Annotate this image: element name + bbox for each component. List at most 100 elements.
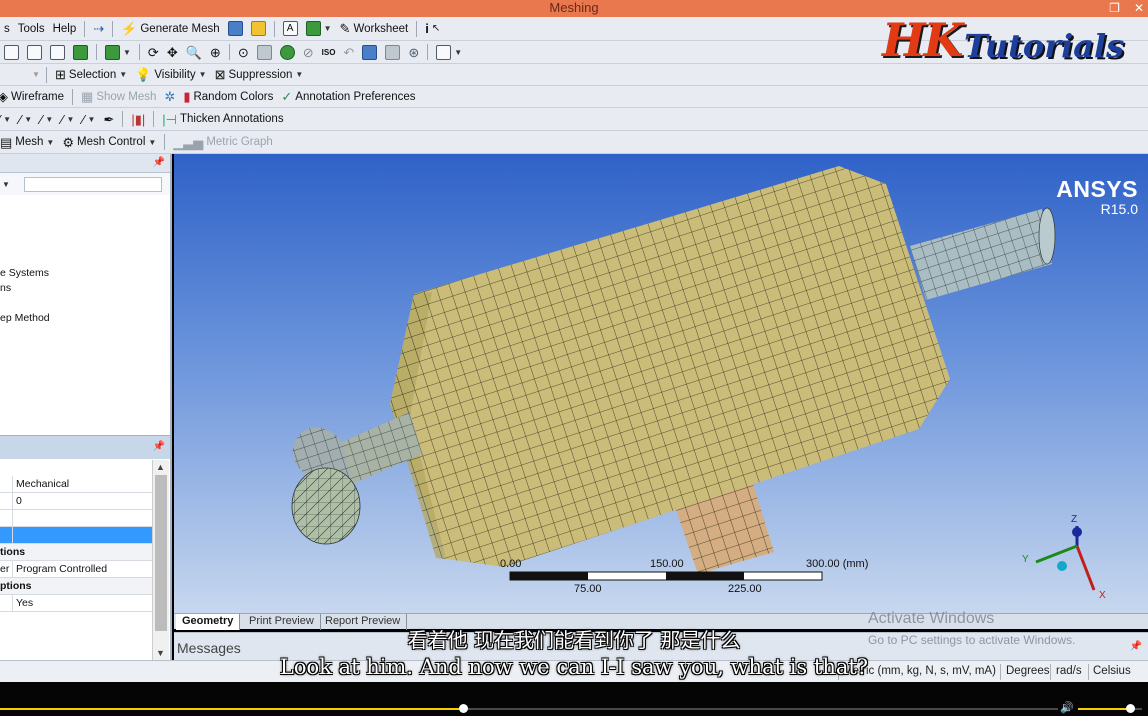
details-table: Mechanical 0 tions er Program Controlled ptio… [0, 476, 152, 612]
logo-tutorials-text: Tutorials [964, 27, 1125, 65]
edge-style-icon-2[interactable]: ∕ ▼ [15, 109, 36, 129]
ansys-version: R15.0 [1100, 201, 1138, 217]
outline-filter: ▼ [0, 173, 170, 195]
zoom-grey-icon[interactable]: ⊘ [299, 42, 318, 62]
tag-icon[interactable]: ⊛ [404, 42, 423, 62]
details-value [13, 510, 16, 526]
toolbar-separator [164, 134, 166, 150]
mesh-control-dropdown[interactable]: ⚙ Mesh Control ▼ [58, 132, 160, 152]
volume-icon[interactable]: 🔊 [1060, 701, 1074, 714]
ansys-brand: ANSYS [1056, 176, 1138, 202]
tree-item[interactable] [0, 296, 170, 311]
image-icon[interactable] [247, 19, 270, 39]
info-cursor-icon[interactable]: i ↖ [421, 19, 444, 39]
tree-item[interactable]: ns [0, 281, 170, 296]
select-body-icon[interactable] [46, 42, 69, 62]
spacer: ▼ [32, 70, 40, 79]
magnifier-icon[interactable] [253, 42, 276, 62]
zoom-green-icon[interactable] [276, 42, 299, 62]
axis-z-label: Z [1071, 514, 1078, 525]
viewport-layout-icon[interactable]: ▼ [432, 42, 466, 62]
generate-mesh-button[interactable]: ⚡ Generate Mesh [117, 19, 223, 39]
tree-item[interactable]: e Systems [0, 266, 170, 281]
details-key [0, 595, 13, 611]
selection-dropdown[interactable]: ⊞ Selection ▼ [51, 65, 131, 85]
text-annotation-icon[interactable]: A [279, 19, 302, 39]
wireframe-icon: ◈ [0, 89, 8, 104]
pin-icon[interactable]: 📌 [153, 157, 165, 168]
edge-style-icon-3[interactable]: ∕ ▼ [36, 109, 57, 129]
graphics-viewport[interactable]: ANSYS R15.0 0.00 150.00 300.00 (mm) 75.0… [174, 154, 1148, 613]
scroll-up-icon[interactable]: ▲ [156, 462, 165, 472]
explode-icon[interactable]: ✲ [160, 87, 179, 107]
details-row[interactable]: er Program Controlled [0, 561, 152, 578]
menu-item-s[interactable]: s [0, 19, 14, 39]
thicken-annotations-button[interactable]: |⊣ Thicken Annotations [158, 109, 287, 129]
chevron-down-icon: ▼ [295, 70, 304, 79]
metric-graph-button[interactable]: ▁▃▅ Metric Graph [169, 132, 276, 152]
selection-label: Selection [68, 68, 117, 81]
zoom-icon[interactable]: 🔍 [182, 42, 206, 62]
axis-x-label: X [1099, 590, 1106, 601]
show-mesh-button[interactable]: ▦ Show Mesh [77, 87, 160, 107]
menu-help[interactable]: Help [49, 19, 81, 39]
ruler-icon[interactable]: |▮| [127, 109, 149, 129]
select-edge-icon[interactable] [23, 42, 46, 62]
previous-view-icon[interactable]: ↶ [339, 42, 358, 62]
rotate-icon[interactable]: ⟳ [144, 42, 163, 62]
subtitle-chinese: 看着他 现在我们能看到你了 那是什么 [407, 628, 741, 652]
details-row[interactable]: ptions [0, 578, 152, 595]
video-progress-bar[interactable] [0, 704, 1058, 713]
details-row[interactable]: Yes [0, 595, 152, 612]
volume-slider[interactable] [1078, 704, 1142, 713]
wireframe-button[interactable]: ◈ Wireframe [0, 87, 68, 107]
zoom-fit-icon[interactable]: ⊙ [234, 42, 253, 62]
edge-style-icon-5[interactable]: ∕ ▼ [78, 109, 99, 129]
thicken-icon: |⊣ [162, 111, 177, 127]
menu-tools[interactable]: Tools [14, 19, 49, 39]
worksheet-button[interactable]: ✎ Worksheet [336, 19, 413, 39]
inlet-pipe [291, 412, 422, 545]
thicken-annotations-label: Thicken Annotations [180, 113, 284, 125]
details-row[interactable]: tions [0, 544, 152, 561]
toolbar-separator [72, 88, 74, 105]
progress-knob[interactable] [459, 704, 469, 713]
axis-triad [1035, 526, 1096, 591]
details-row[interactable] [0, 527, 152, 544]
details-row[interactable]: Mechanical [0, 476, 152, 493]
details-key: er [0, 561, 13, 577]
worksheet-icon: ✎ [339, 21, 351, 36]
visibility-dropdown[interactable]: 💡 Visibility ▼ [131, 65, 210, 85]
details-row[interactable] [0, 510, 152, 527]
iso-view-icon[interactable]: ISO [318, 42, 340, 62]
scroll-thumb[interactable] [155, 475, 167, 631]
suppression-dropdown[interactable]: ⊠ Suppression ▼ [211, 65, 308, 85]
filter-input[interactable] [23, 176, 162, 192]
toolbar-separator [96, 44, 97, 60]
select-mode-icon[interactable] [69, 42, 92, 62]
mesh-dropdown[interactable]: ▤ Mesh ▼ [0, 132, 58, 152]
view-image-icon[interactable]: ▼ [302, 19, 336, 39]
pan-icon[interactable]: ✥ [163, 42, 182, 62]
zoom-box-icon[interactable]: ⊕ [206, 42, 225, 62]
tree-filter-icon[interactable]: ⇢ [89, 19, 108, 39]
preview-icon[interactable] [224, 19, 247, 39]
pin-icon[interactable]: 📌 [153, 441, 165, 452]
details-key [0, 510, 13, 526]
mesh-label: Mesh [15, 136, 44, 148]
pin-icon[interactable]: ✒ [99, 109, 118, 129]
print-icon[interactable] [381, 42, 404, 62]
chevron-down-icon[interactable]: ▼ [2, 180, 10, 189]
tree-item[interactable]: ep Method [0, 311, 170, 326]
select-filter-icon[interactable]: ▼ [101, 42, 135, 62]
progress-fill [0, 708, 464, 710]
select-face-icon[interactable] [0, 42, 23, 62]
next-view-icon[interactable] [358, 42, 381, 62]
subtitle-english: Look at him. And now we can I-I saw you,… [279, 655, 869, 679]
random-colors-button[interactable]: ▮ Random Colors [179, 87, 277, 107]
annotation-preferences-button[interactable]: ✓ Annotation Preferences [277, 87, 419, 107]
details-row[interactable]: 0 [0, 493, 152, 510]
volume-knob[interactable] [1126, 704, 1136, 713]
edge-style-icon-4[interactable]: ∕ ▼ [57, 109, 78, 129]
edge-style-icon-1[interactable]: ∕▼ [0, 109, 15, 129]
